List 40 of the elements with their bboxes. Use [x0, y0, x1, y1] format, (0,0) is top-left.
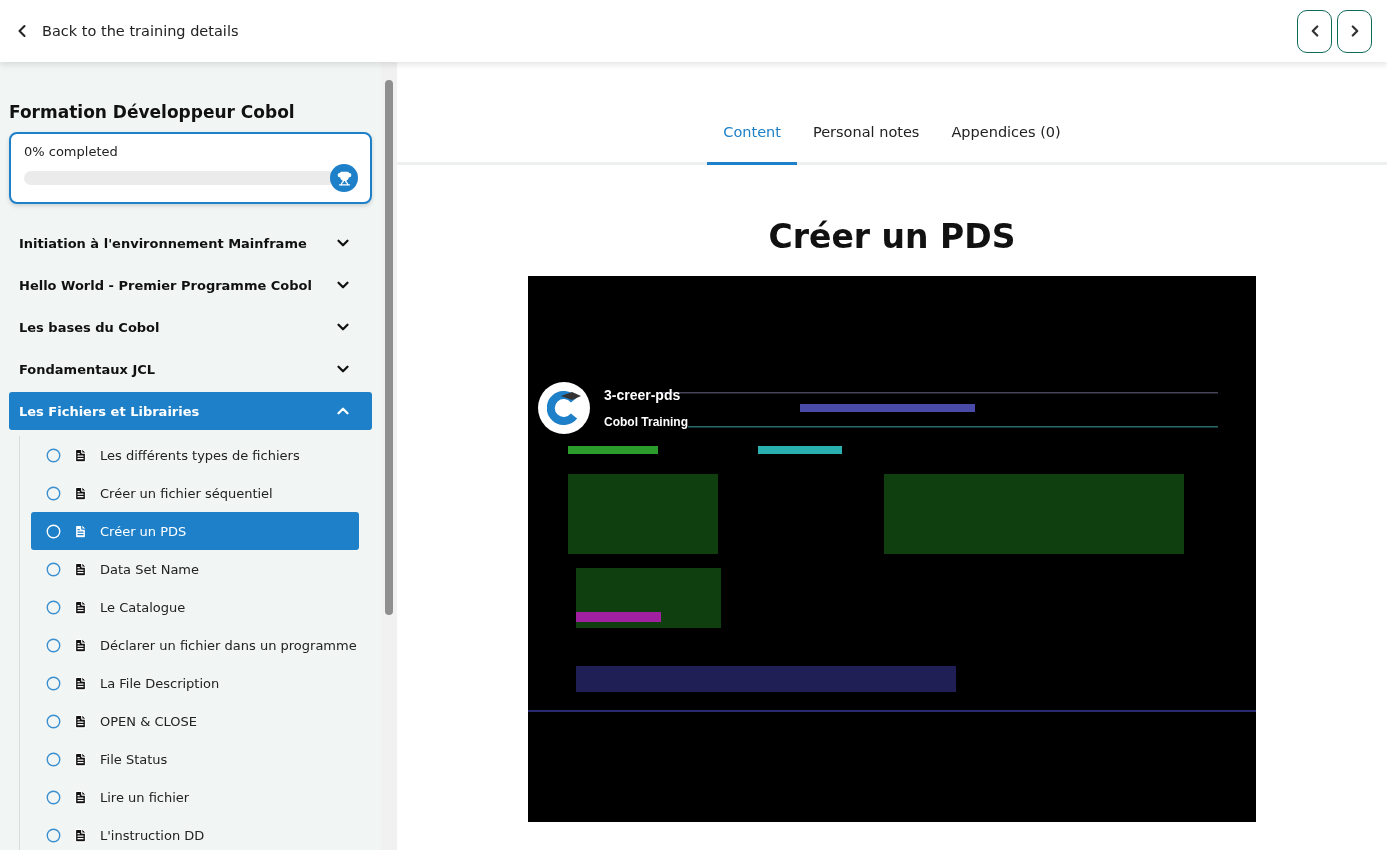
progress-label: 0% completed: [24, 144, 119, 159]
section-header[interactable]: Les bases du Cobol: [9, 308, 372, 346]
lesson-item[interactable]: Déclarer un fichier dans un programme: [31, 626, 359, 664]
scrollbar-thumb[interactable]: [385, 80, 393, 615]
previous-button[interactable]: [1297, 9, 1332, 53]
section-header[interactable]: Fondamentaux JCL: [9, 350, 372, 388]
lesson-item[interactable]: Data Set Name: [31, 550, 359, 588]
lesson-item[interactable]: Créer un PDS: [31, 512, 359, 550]
document-icon: [73, 789, 88, 805]
channel-name: Cobol Training: [604, 415, 688, 429]
document-icon: [73, 447, 88, 463]
training-title: Formation Développeur Cobol: [9, 102, 296, 122]
document-icon: [73, 751, 88, 767]
document-icon: [73, 599, 88, 615]
document-icon: [73, 561, 88, 577]
lesson-item[interactable]: La File Description: [31, 664, 359, 702]
section-header[interactable]: Les Fichiers et Librairies: [9, 392, 372, 430]
lesson-item[interactable]: L'instruction DD: [31, 816, 359, 850]
document-icon: [73, 827, 88, 843]
lesson-item[interactable]: Créer un fichier séquentiel: [31, 474, 359, 512]
document-icon: [73, 523, 88, 539]
lesson-item[interactable]: File Status: [31, 740, 359, 778]
document-icon: [73, 637, 88, 653]
video-title: 3-creer-pds: [604, 387, 682, 403]
back-link[interactable]: Back to the training details: [12, 21, 239, 41]
section-header[interactable]: Hello World - Premier Programme Cobol: [9, 266, 372, 304]
trophy-icon: [330, 164, 358, 192]
tab[interactable]: Content: [707, 112, 797, 165]
next-button[interactable]: [1337, 9, 1372, 53]
document-icon: [73, 675, 88, 691]
lesson-title: Créer un PDS: [768, 217, 1016, 256]
lesson-item[interactable]: Le Catalogue: [31, 588, 359, 626]
lesson-item[interactable]: Lire un fichier: [31, 778, 359, 816]
tab[interactable]: Personal notes: [796, 112, 936, 165]
document-icon: [73, 485, 88, 501]
document-icon: [73, 713, 88, 729]
lesson-item[interactable]: OPEN & CLOSE: [31, 702, 359, 740]
section-header[interactable]: Initiation à l'environnement Mainframe: [9, 224, 372, 262]
lesson-item[interactable]: Les différents types de fichiers: [31, 436, 359, 474]
tab[interactable]: Appendices (0): [935, 112, 1077, 165]
